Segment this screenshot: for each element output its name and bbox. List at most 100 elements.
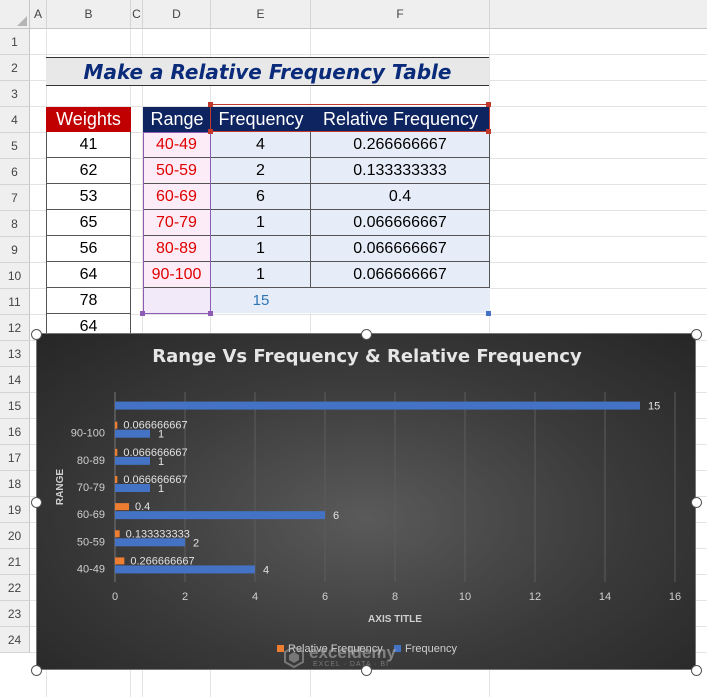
frequency-data-label: 1 (158, 429, 164, 441)
select-all-corner[interactable] (0, 0, 30, 29)
reference-highlight (210, 104, 490, 132)
x-tick-label: 8 (392, 591, 398, 603)
row-header[interactable]: 14 (0, 367, 30, 393)
row-header[interactable]: 9 (0, 237, 30, 263)
reference-handle[interactable] (208, 102, 213, 107)
frequency-bar (115, 401, 640, 410)
x-tick-label: 6 (322, 591, 328, 603)
x-tick-label: 4 (252, 591, 258, 603)
row-header[interactable]: 19 (0, 497, 30, 523)
column-header-d[interactable]: D (143, 0, 211, 29)
gridline (30, 54, 707, 55)
chart-resize-handle[interactable] (691, 497, 702, 508)
relative-frequency-bar (115, 448, 118, 456)
row-header[interactable]: 4 (0, 107, 30, 133)
weight-cell[interactable]: 78 (46, 288, 131, 314)
reference-handle[interactable] (208, 311, 213, 316)
reference-handle[interactable] (486, 102, 491, 107)
reference-handle[interactable] (140, 311, 145, 316)
row-header[interactable]: 13 (0, 341, 30, 367)
weight-cell[interactable]: 53 (46, 184, 131, 210)
chart-resize-handle[interactable] (31, 665, 42, 676)
row-header[interactable]: 1 (0, 29, 30, 55)
row-header[interactable]: 10 (0, 263, 30, 289)
relative-frequency-cell[interactable]: 0.066666667 (311, 262, 490, 288)
category-label: 60-69 (77, 509, 105, 521)
column-header-f[interactable]: F (311, 0, 490, 29)
row-header[interactable]: 6 (0, 159, 30, 185)
row-header[interactable]: 8 (0, 211, 30, 237)
relative-frequency-bar (115, 503, 129, 511)
frequency-bar (115, 538, 185, 547)
relative-frequency-cell[interactable]: 0.066666667 (311, 236, 490, 262)
frequency-data-label: 4 (263, 564, 269, 576)
row-header[interactable]: 5 (0, 133, 30, 159)
relative-total-cell[interactable] (311, 288, 490, 313)
column-header-a[interactable]: A (30, 0, 47, 29)
frequency-cell[interactable]: 1 (211, 236, 311, 262)
category-label: 50-59 (77, 536, 105, 548)
frequency-bar (115, 456, 150, 465)
row-header[interactable]: 3 (0, 81, 30, 107)
relative-frequency-cell[interactable]: 0.266666667 (311, 132, 490, 158)
frequency-cell[interactable]: 4 (211, 132, 311, 158)
column-header-e[interactable]: E (211, 0, 311, 29)
row-header[interactable]: 7 (0, 185, 30, 211)
chart-resize-handle[interactable] (31, 329, 42, 340)
reference-handle[interactable] (486, 129, 491, 134)
x-tick-label: 16 (669, 591, 681, 603)
frequency-bar (115, 429, 150, 438)
relative-frequency-cell[interactable]: 0.4 (311, 184, 490, 210)
row-header[interactable]: 21 (0, 549, 30, 575)
column-header-c[interactable]: C (131, 0, 143, 29)
x-tick-label: 0 (112, 591, 118, 603)
x-tick-label: 2 (182, 591, 188, 603)
row-header[interactable]: 22 (0, 575, 30, 601)
relative-frequency-bar (115, 476, 118, 483)
frequency-bar (115, 484, 150, 492)
category-label: 80-89 (77, 455, 105, 467)
row-header[interactable]: 23 (0, 601, 30, 627)
chart-resize-handle[interactable] (691, 665, 702, 676)
chart-resize-handle[interactable] (691, 329, 702, 340)
reference-handle[interactable] (208, 129, 213, 134)
weight-cell[interactable]: 62 (46, 158, 131, 184)
frequency-cell[interactable]: 2 (211, 158, 311, 184)
frequency-total[interactable]: 15 (211, 288, 311, 313)
row-header[interactable]: 12 (0, 315, 30, 341)
sheet-title[interactable]: Make a Relative Frequency Table (46, 57, 489, 86)
row-header[interactable]: 18 (0, 471, 30, 497)
frequency-cell[interactable]: 6 (211, 184, 311, 210)
reference-handle[interactable] (486, 311, 491, 316)
weight-cell[interactable]: 41 (46, 132, 131, 158)
relative-frequency-cell[interactable]: 0.066666667 (311, 210, 490, 236)
x-tick-label: 14 (599, 591, 611, 603)
relative-frequency-bar (115, 557, 125, 565)
chart-resize-handle[interactable] (361, 665, 372, 676)
chart-resize-handle[interactable] (361, 329, 372, 340)
row-header[interactable]: 2 (0, 55, 30, 81)
weight-cell[interactable]: 64 (46, 262, 131, 288)
row-header[interactable]: 17 (0, 445, 30, 471)
row-header[interactable]: 15 (0, 393, 30, 419)
chart-plot[interactable]: 0 2 4 6 8 10 12 14 161590-1000.066666667180-890.… (37, 334, 697, 671)
row-header[interactable]: 16 (0, 419, 30, 445)
chart-resize-handle[interactable] (31, 497, 42, 508)
column-header-b[interactable]: B (47, 0, 131, 29)
relative-frequency-bar (115, 530, 120, 538)
exceldemy-logo-icon (284, 646, 304, 668)
weight-cell[interactable]: 56 (46, 236, 131, 262)
frequency-data-label: 2 (193, 537, 199, 549)
row-header[interactable]: 11 (0, 289, 30, 315)
row-header[interactable]: 20 (0, 523, 30, 549)
frequency-cell[interactable]: 1 (211, 210, 311, 236)
relative-frequency-cell[interactable]: 0.133333333 (311, 158, 490, 184)
y-axis-title: RANGE (55, 469, 66, 505)
weights-header[interactable]: Weights (46, 107, 131, 132)
range-header[interactable]: Range (143, 107, 211, 132)
bar-chart[interactable]: Range Vs Frequency & Relative Frequency … (36, 333, 696, 670)
frequency-cell[interactable]: 1 (211, 262, 311, 288)
row-header[interactable]: 24 (0, 627, 30, 653)
column-header-blank[interactable] (490, 0, 707, 29)
weight-cell[interactable]: 65 (46, 210, 131, 236)
